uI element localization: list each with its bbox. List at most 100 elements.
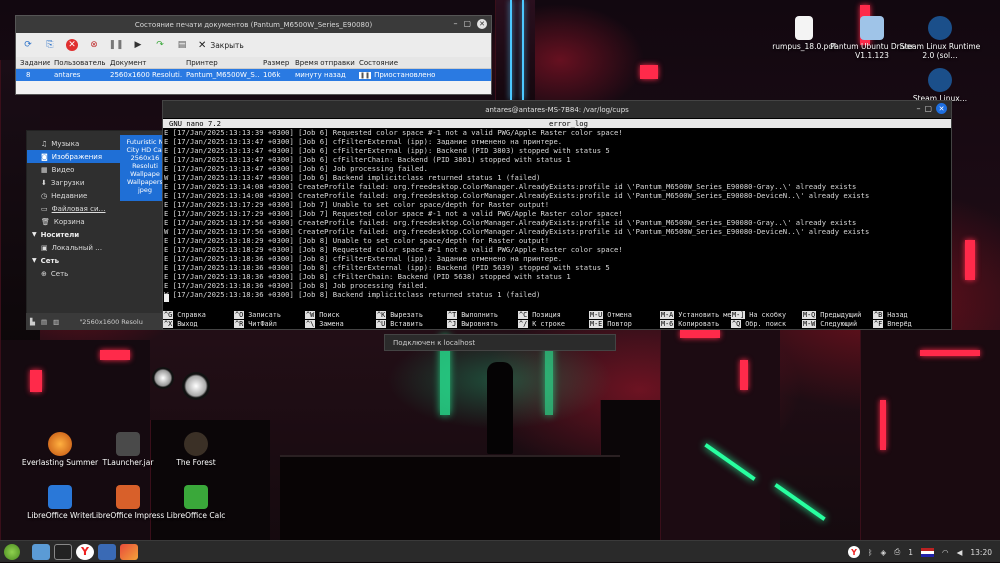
clock[interactable]: 13:20 <box>970 548 992 557</box>
sidebar-section-network[interactable]: ▼ Сеть <box>27 254 167 267</box>
nano-shortcut-bar: ^G Справка ^X Выход ^O Записать ^R ЧитФайл ^W Пои… <box>163 311 951 329</box>
desktop-icon-steam-runtime-2[interactable]: Steam Linux… <box>894 68 986 103</box>
shortcut-label: На скобку <box>749 311 787 319</box>
reprint-icon[interactable]: ⎘ <box>44 39 56 51</box>
desktop-icon-libreoffice-calc[interactable]: LibreOffice Calc <box>150 485 242 520</box>
log-line: W [17/Jan/2025:13:13:47 +0300] [Job 6] B… <box>164 173 541 182</box>
sidebar-section-devices[interactable]: ▼ Носители <box>27 228 167 241</box>
resume-icon[interactable]: ▶ <box>132 39 144 51</box>
minimize-icon[interactable]: – <box>916 104 920 113</box>
nano-shortcut[interactable]: ^X Выход <box>163 320 198 329</box>
column-header[interactable]: Размер <box>259 59 291 67</box>
yandex-tray-icon[interactable]: Y <box>847 546 860 558</box>
wifi-icon[interactable]: ◠ <box>942 548 949 557</box>
desktop-icon-steam-runtime[interactable]: Steam Linux Runtime 2.0 (sol… <box>894 16 986 60</box>
printer-icon[interactable]: ⎙ <box>894 547 900 557</box>
column-header[interactable]: Состояние <box>355 59 489 67</box>
nano-shortcut[interactable]: ^/К строке <box>518 320 565 329</box>
window-titlebar[interactable]: antares@antares-MS-7B84: /var/log/cups –… <box>163 101 951 118</box>
terminal-window: antares@antares-MS-7B84: /var/log/cups –… <box>162 100 952 330</box>
close-icon[interactable]: ✕ <box>477 19 487 29</box>
column-header[interactable]: Документ <box>106 59 182 67</box>
log-line: E [17/Jan/2025:13:17:29 +0300] [Job 7] R… <box>164 209 623 218</box>
sidebar-toggle-icon[interactable]: ▙ <box>30 318 35 326</box>
sidebar-item-network[interactable]: ⊕ Сеть <box>27 267 167 280</box>
nano-shortcut[interactable]: ^O Записать <box>234 311 281 320</box>
column-header[interactable]: Задание <box>16 59 50 67</box>
sidebar-item-trash[interactable]: 🗑 Корзина <box>27 215 167 228</box>
log-line: E [17/Jan/2025:13:18:29 +0300] [Job 8] U… <box>164 236 550 245</box>
print-toolbar: ⟳ ⎘ ✕ ⊗ ❚❚ ▶ ↷ ▤ ✕ Закрыть <box>16 33 491 57</box>
column-header[interactable]: Время отправки <box>291 59 355 67</box>
nano-shortcut[interactable]: ^\ Замена <box>305 320 344 329</box>
nano-shortcut[interactable]: ^Q Обр. поиск <box>731 320 786 329</box>
maximize-icon[interactable]: ▢ <box>924 104 932 113</box>
properties-icon[interactable]: ▤ <box>176 39 188 51</box>
shortcut-key: M-] <box>731 311 746 319</box>
window-title: antares@antares-MS-7B84: /var/log/cups <box>485 105 629 114</box>
table-row[interactable]: 8 antares 2560x1600 Resoluti… Pantum_M65… <box>16 69 491 81</box>
log-line: E [17/Jan/2025:13:18:36 +0300] [Job 8] J… <box>164 281 428 290</box>
tree-view-icon[interactable]: ▥ <box>53 318 59 326</box>
log-line: E [17/Jan/2025:13:18:36 +0300] [Job 8] c… <box>164 263 610 272</box>
column-header[interactable]: Принтер <box>182 59 259 67</box>
terminal-icon[interactable] <box>54 543 72 560</box>
nano-shortcut[interactable]: M-] На скобку <box>731 311 786 320</box>
tooltip: Подключен к localhost <box>384 334 616 351</box>
log-line: E [17/Jan/2025:13:17:56 +0300] CreatePro… <box>164 218 857 227</box>
bluetooth-icon[interactable]: ᛒ <box>868 548 873 557</box>
nano-shortcut[interactable]: M-E Повтор <box>589 320 632 329</box>
shortcut-label: К строке <box>532 320 565 328</box>
image-viewer-icon[interactable] <box>120 543 138 560</box>
refresh-icon[interactable]: ⟳ <box>22 39 34 51</box>
job-document: 2560x1600 Resoluti… <box>110 71 182 79</box>
sidebar-item-filesystem[interactable]: ▭ Файловая си… <box>27 202 167 215</box>
desktop-icon-label: The Forest <box>176 458 216 467</box>
list-view-icon[interactable]: ▤ <box>41 318 47 326</box>
close-button[interactable]: ✕ Закрыть <box>198 40 244 51</box>
shortcut-key: M-A <box>660 311 675 319</box>
menu-icon[interactable] <box>4 543 20 560</box>
nano-shortcut[interactable]: M-Q Предыдущий <box>802 311 861 320</box>
nano-shortcut[interactable]: ^T Выполнить <box>447 311 498 320</box>
nano-shortcut[interactable]: ^U Вставить <box>376 320 423 329</box>
nano-shortcut[interactable]: ^C Позиция <box>518 311 561 320</box>
yandex-browser-icon[interactable]: Y <box>76 543 94 560</box>
nano-shortcut[interactable]: M-6 Копировать <box>660 320 719 329</box>
everlasting-summer-icon <box>48 432 72 456</box>
files-icon[interactable] <box>32 543 50 560</box>
nano-shortcut[interactable]: ^J Выровнять <box>447 320 498 329</box>
window-titlebar[interactable]: Состояние печати документов (Pantum_M650… <box>16 16 491 33</box>
nano-shortcut[interactable]: M-U Отмена <box>589 311 632 320</box>
sidebar-item-local-disk[interactable]: ▣ Локальный … <box>27 241 167 254</box>
nano-shortcut[interactable]: ^B Назад <box>873 311 908 320</box>
minimize-icon[interactable]: – <box>453 19 457 29</box>
security-icon[interactable]: ◈ <box>880 548 886 557</box>
bg-neon <box>880 400 886 450</box>
desktop-icon-the-forest[interactable]: The Forest <box>150 432 242 467</box>
pause-icon[interactable]: ❚❚ <box>108 39 123 51</box>
maximize-icon[interactable]: ▢ <box>463 19 471 29</box>
nano-shortcut[interactable]: ^G Справка <box>163 311 206 320</box>
move-job-icon[interactable]: ↷ <box>154 39 166 51</box>
shortcut-label: Следующий <box>820 320 858 328</box>
close-icon[interactable]: ✕ <box>936 103 947 114</box>
us-flag-icon[interactable] <box>921 547 935 557</box>
shortcut-key: ^J <box>447 320 458 328</box>
log-content[interactable]: E [17/Jan/2025:13:13:39 +0300] [Job 6] R… <box>163 128 951 299</box>
sidebar-item-label: Корзина <box>53 217 85 226</box>
nano-shortcut[interactable]: ^F Вперёд <box>873 320 912 329</box>
job-user: antares <box>54 71 81 79</box>
cancel-job-icon[interactable]: ✕ <box>66 39 78 51</box>
nano-shortcut[interactable]: ^R ЧитФайл <box>234 320 277 329</box>
log-line: E [17/Jan/2025:13:13:39 +0300] [Job 6] R… <box>164 128 623 137</box>
file-manager-icon[interactable] <box>98 543 116 560</box>
column-header[interactable]: Пользователь <box>50 59 106 67</box>
nano-shortcut[interactable]: M-A Установить ме <box>660 311 731 320</box>
nano-shortcut[interactable]: M-W Следующий <box>802 320 857 329</box>
volume-icon[interactable]: ◀ <box>957 548 963 557</box>
delete-job-icon[interactable]: ⊗ <box>88 39 100 51</box>
nano-shortcut[interactable]: ^W Поиск <box>305 311 340 320</box>
nano-shortcut[interactable]: ^K Вырезать <box>376 311 423 320</box>
print-status-window: Состояние печати документов (Pantum_M650… <box>15 15 492 95</box>
